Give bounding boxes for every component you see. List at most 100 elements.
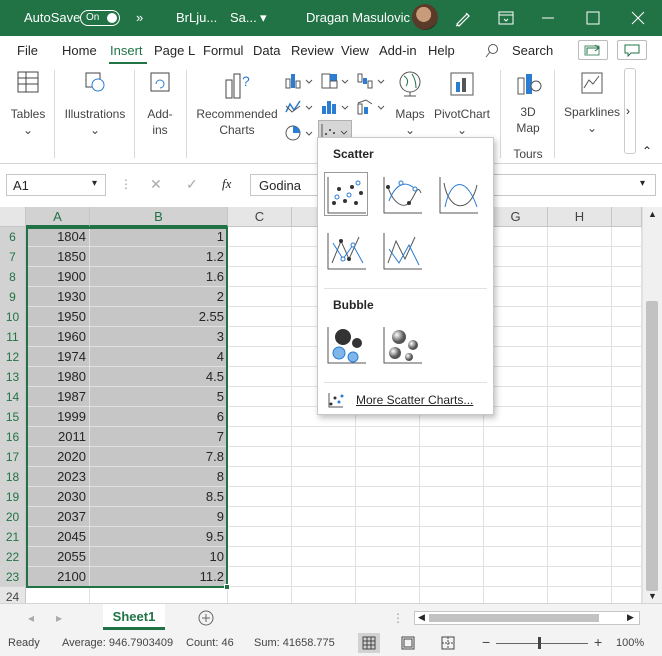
empty-cell[interactable] (228, 287, 292, 307)
empty-cell[interactable] (612, 507, 642, 527)
empty-cell[interactable] (420, 507, 484, 527)
empty-cell[interactable] (292, 587, 356, 603)
cell-b[interactable]: 4.5 (90, 367, 228, 387)
combo-chart-icon[interactable] (356, 98, 386, 116)
cell-b[interactable]: 10 (90, 547, 228, 567)
cell-a[interactable]: 2100 (26, 567, 90, 587)
cell-b[interactable]: 1.2 (90, 247, 228, 267)
scroll-thumb[interactable] (429, 614, 599, 622)
horizontal-scrollbar[interactable]: ◀ ▶ (414, 611, 640, 625)
empty-cell[interactable] (548, 587, 612, 603)
empty-cell[interactable] (420, 567, 484, 587)
cell-a[interactable]: 1960 (26, 327, 90, 347)
scroll-right-icon[interactable]: ▶ (627, 612, 634, 623)
comments-button[interactable] (617, 40, 647, 60)
count-status[interactable]: Count: 46 (186, 637, 234, 649)
empty-cell[interactable] (292, 547, 356, 567)
empty-cell[interactable] (612, 367, 642, 387)
empty-cell[interactable] (228, 427, 292, 447)
empty-cell[interactable] (228, 587, 292, 603)
empty-cell[interactable] (292, 467, 356, 487)
cell-b[interactable]: 5 (90, 387, 228, 407)
illustrations-button[interactable]: Illustrations ⌄ (60, 70, 130, 138)
pivotchart-button[interactable]: PivotChart ⌄ (430, 70, 494, 138)
empty-cell[interactable] (292, 567, 356, 587)
empty-cell[interactable] (612, 487, 642, 507)
cell-a[interactable]: 2020 (26, 447, 90, 467)
empty-cell[interactable] (484, 467, 548, 487)
cell-b[interactable]: 3 (90, 327, 228, 347)
empty-cell[interactable] (228, 407, 292, 427)
column-header-h[interactable]: H (548, 207, 612, 227)
empty-cell[interactable] (612, 467, 642, 487)
empty-cell[interactable] (228, 507, 292, 527)
maps-button[interactable]: Maps ⌄ (390, 70, 430, 138)
row-header[interactable]: 20 (0, 507, 26, 527)
empty-cell[interactable] (420, 547, 484, 567)
normal-view-button[interactable] (358, 633, 380, 653)
empty-cell[interactable] (484, 487, 548, 507)
close-icon[interactable] (630, 10, 646, 26)
row-header[interactable]: 16 (0, 427, 26, 447)
cell-b[interactable]: 2 (90, 287, 228, 307)
empty-cell[interactable] (420, 587, 484, 603)
row-header[interactable]: 9 (0, 287, 26, 307)
more-scatter-charts-link[interactable]: More Scatter Charts... (328, 390, 488, 410)
row-header[interactable]: 13 (0, 367, 26, 387)
tab-formulas[interactable]: Formul (203, 43, 243, 58)
empty-cell[interactable] (228, 327, 292, 347)
empty-cell[interactable] (548, 507, 612, 527)
document-name[interactable]: BrLju... (176, 10, 217, 25)
empty-cell[interactable] (612, 307, 642, 327)
previous-sheet-icon[interactable]: ◂ (28, 611, 34, 625)
cell-a[interactable]: 2030 (26, 487, 90, 507)
empty-cell[interactable] (420, 427, 484, 447)
empty-cell[interactable] (228, 307, 292, 327)
row-header[interactable]: 7 (0, 247, 26, 267)
cell-b[interactable] (90, 587, 228, 603)
collapse-ribbon-icon[interactable]: ⌃ (642, 144, 652, 158)
row-header[interactable]: 10 (0, 307, 26, 327)
hierarchy-chart-icon[interactable] (320, 72, 350, 90)
empty-cell[interactable] (612, 287, 642, 307)
empty-cell[interactable] (484, 587, 548, 603)
line-chart-icon[interactable] (284, 98, 314, 116)
zoom-slider-thumb[interactable] (538, 637, 541, 649)
empty-cell[interactable] (548, 407, 612, 427)
scatter-smooth-markers-option[interactable] (380, 172, 424, 216)
scatter-smooth-lines-option[interactable] (436, 172, 480, 216)
recommended-charts-button[interactable]: ? Recommended Charts (192, 70, 282, 138)
pie-chart-icon[interactable] (284, 124, 314, 142)
row-header[interactable]: 6 (0, 227, 26, 247)
empty-cell[interactable] (484, 567, 548, 587)
ribbon-scrollbar[interactable] (624, 68, 636, 154)
share-button[interactable] (578, 40, 608, 60)
empty-cell[interactable] (228, 487, 292, 507)
cell-b[interactable]: 9 (90, 507, 228, 527)
sheet-tab-sheet1[interactable]: Sheet1 (103, 604, 165, 630)
empty-cell[interactable] (228, 567, 292, 587)
cell-a[interactable]: 1999 (26, 407, 90, 427)
empty-cell[interactable] (228, 467, 292, 487)
empty-cell[interactable] (420, 447, 484, 467)
empty-cell[interactable] (548, 247, 612, 267)
empty-cell[interactable] (548, 487, 612, 507)
scroll-down-icon[interactable]: ▼ (648, 591, 657, 601)
cancel-icon[interactable]: ✕ (150, 176, 162, 193)
enter-icon[interactable]: ✓ (186, 176, 198, 193)
cell-a[interactable]: 1804 (26, 227, 90, 247)
empty-cell[interactable] (292, 427, 356, 447)
cell-a[interactable]: 2023 (26, 467, 90, 487)
cell-a[interactable] (26, 587, 90, 603)
tab-home[interactable]: Home (62, 43, 97, 58)
drag-handle-icon[interactable]: ⋮ (392, 611, 404, 625)
chevron-down-icon[interactable]: ▾ (260, 10, 267, 26)
chevron-down-icon[interactable]: ▾ (92, 178, 97, 189)
empty-cell[interactable] (548, 287, 612, 307)
next-sheet-icon[interactable]: ▸ (56, 611, 62, 625)
tables-button[interactable]: Tables ⌄ (8, 70, 48, 138)
scroll-up-icon[interactable]: ▲ (648, 209, 657, 219)
drag-handle-icon[interactable]: ⋮ (120, 177, 132, 191)
cell-b[interactable]: 8.5 (90, 487, 228, 507)
empty-cell[interactable] (356, 467, 420, 487)
